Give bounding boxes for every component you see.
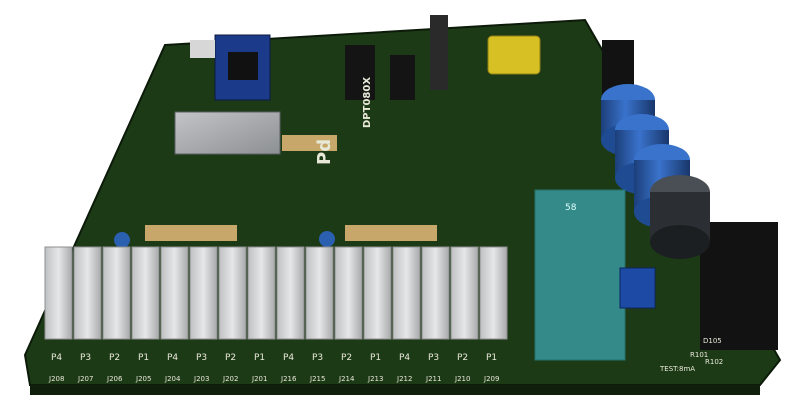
- header-left-top: [190, 40, 215, 58]
- terminal-block: [421, 246, 450, 340]
- pcb-board-edge: [30, 385, 760, 395]
- terminal-mark: P1: [254, 353, 265, 363]
- terminal-block: [334, 246, 363, 340]
- terminal-ref: J210: [454, 375, 470, 383]
- terminal-ref: J203: [193, 375, 209, 383]
- terminal-block: [160, 246, 189, 340]
- terminal-block: [73, 246, 102, 340]
- small-cap-left: [114, 232, 130, 248]
- terminal-mark: P3: [196, 353, 207, 363]
- terminal-block: [305, 246, 334, 340]
- terminal-ref: J209: [483, 375, 499, 383]
- terminal-ref: J208: [48, 375, 64, 383]
- right-ref-label: D105: [703, 337, 722, 345]
- yellow-capacitor: [487, 35, 541, 75]
- terminal-ref: J214: [338, 375, 355, 383]
- footer-test-label: TEST:8mA: [659, 365, 695, 373]
- terminal-block: [102, 246, 131, 340]
- terminal-mark: P2: [225, 353, 236, 363]
- terminal-mark: P3: [312, 353, 323, 363]
- terminal-ref: J202: [222, 375, 238, 383]
- right-ref-label: R102: [705, 358, 723, 366]
- terminal-block: [189, 246, 218, 340]
- terminal-ref: J206: [106, 375, 123, 383]
- terminal-mark: P1: [370, 353, 381, 363]
- ic-2: [390, 55, 415, 100]
- sensor-black: [430, 15, 448, 90]
- terminal-ref: J213: [367, 375, 383, 383]
- terminal-mark: P2: [457, 353, 468, 363]
- board-pd-label: Pd: [314, 139, 335, 165]
- terminal-ref: J205: [135, 375, 151, 383]
- resistor-pack-right: [345, 225, 437, 241]
- pcb-3d-render: 58 P4 J208 P3 J207 P2 J206 P1 J205 P4 J204 P3 J203 P…: [23, 15, 782, 395]
- terminal-ref: J211: [425, 375, 441, 383]
- terminal-ref: J216: [280, 375, 297, 383]
- terminal-mark: P2: [341, 353, 352, 363]
- small-cap-mid: [319, 231, 335, 247]
- rf-module: [174, 111, 281, 155]
- terminal-block: [44, 246, 73, 340]
- terminal-block: [363, 246, 392, 340]
- transparent-relay: [534, 189, 626, 361]
- terminal-mark: P4: [167, 353, 178, 363]
- right-connector-bottom: [700, 222, 778, 350]
- terminal-block: [247, 246, 276, 340]
- terminal-ref: J207: [77, 375, 93, 383]
- terminal-mark: P1: [138, 353, 149, 363]
- resistor-pack-left: [145, 225, 237, 241]
- arduino-chip: [228, 52, 258, 80]
- blue-trimmer: [619, 267, 656, 309]
- terminal-block: [276, 246, 305, 340]
- terminal-mark: P3: [428, 353, 439, 363]
- terminal-mark: P4: [399, 353, 410, 363]
- terminal-mark: P4: [51, 353, 62, 363]
- terminal-mark: P2: [109, 353, 120, 363]
- terminal-ref: J204: [164, 375, 181, 383]
- terminal-mark: P1: [486, 353, 497, 363]
- terminal-ref: J201: [251, 375, 267, 383]
- transparent-relay-label: 58: [565, 203, 577, 213]
- terminal-ref: J215: [309, 375, 325, 383]
- terminal-block: [131, 246, 160, 340]
- terminal-block: [392, 246, 421, 340]
- terminal-block: [479, 246, 508, 340]
- terminal-block: [450, 246, 479, 340]
- terminal-mark: P4: [283, 353, 294, 363]
- terminal-mark: P3: [80, 353, 91, 363]
- terminal-block: [218, 246, 247, 340]
- board-model-label: DPT080X: [362, 77, 373, 128]
- terminal-ref: J212: [396, 375, 412, 383]
